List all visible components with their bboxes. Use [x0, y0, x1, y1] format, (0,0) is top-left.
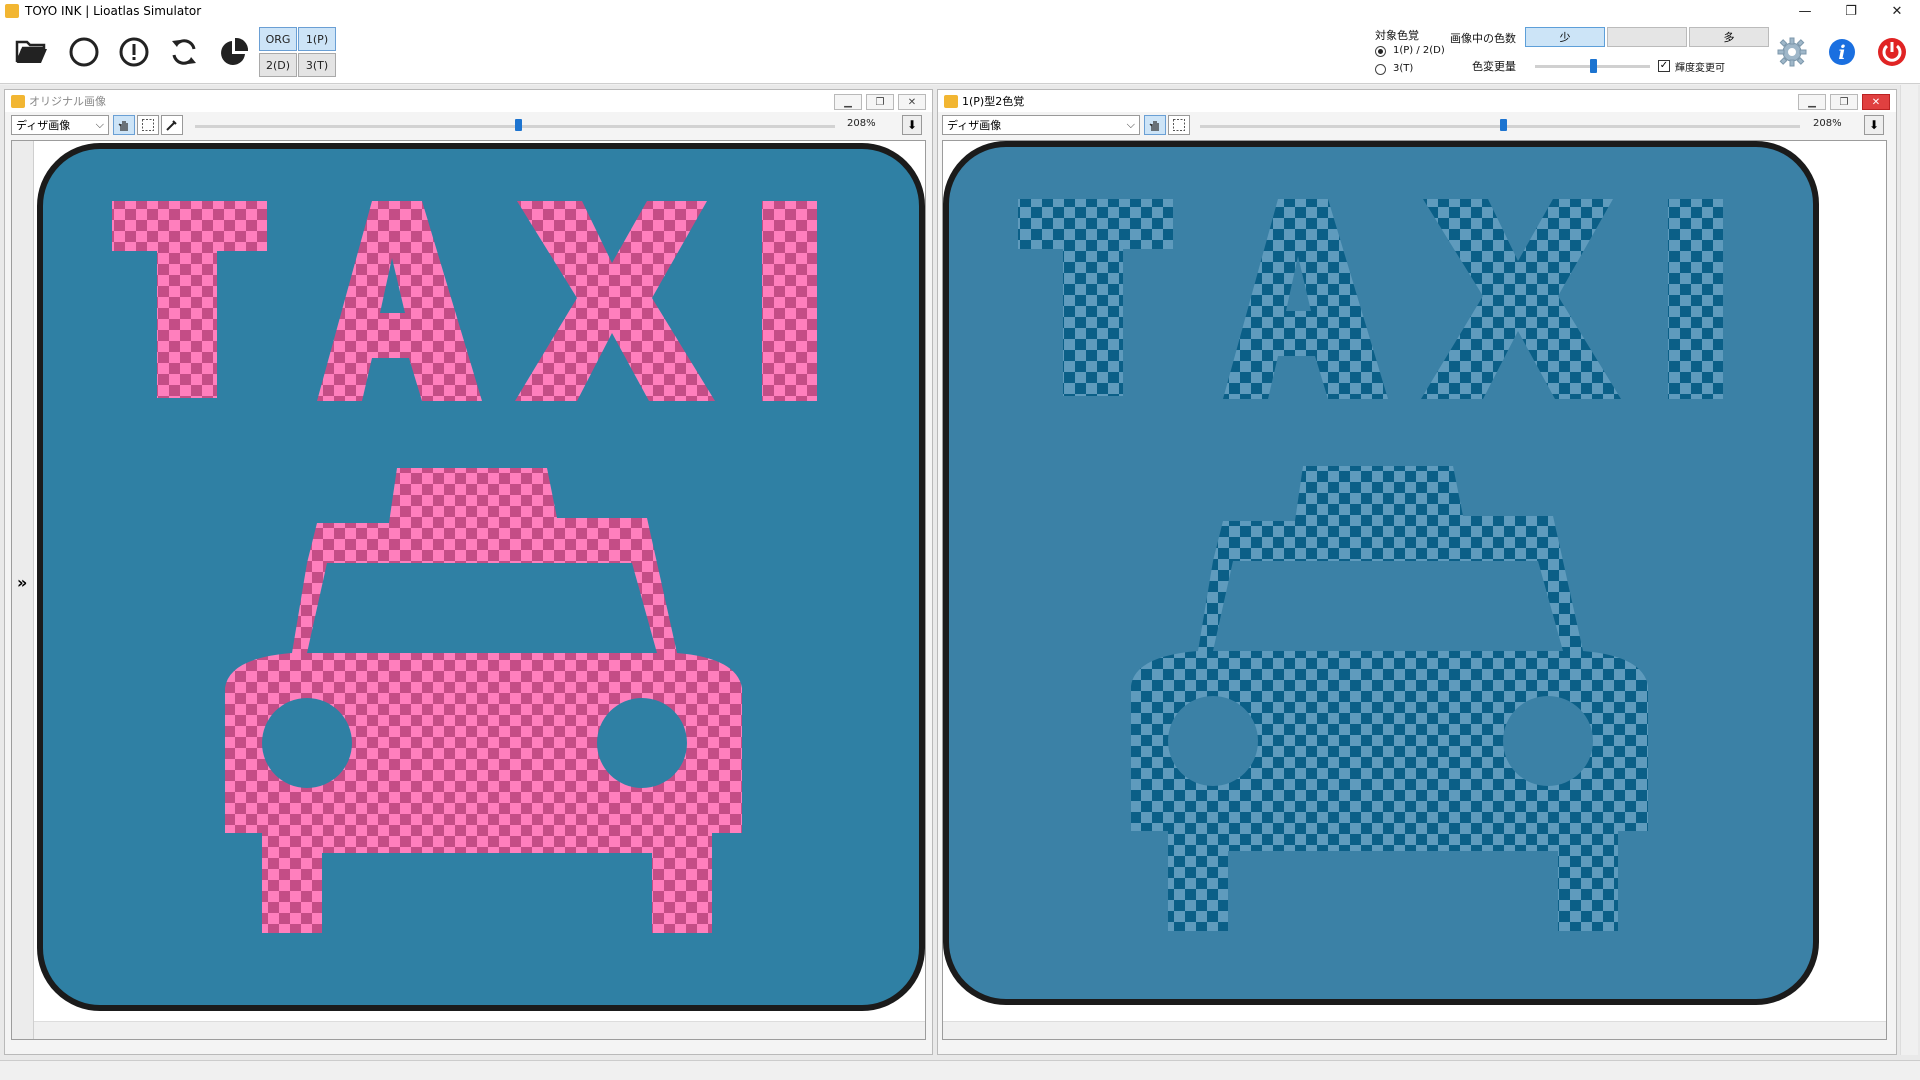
minimize-button[interactable]: —: [1782, 0, 1828, 22]
color-change-label: 色変更量: [1472, 60, 1516, 73]
eyedropper-icon[interactable]: [161, 115, 183, 135]
panel-close-button[interactable]: ✕: [1862, 94, 1890, 110]
color-change-slider[interactable]: [1535, 58, 1650, 78]
panel-close-button[interactable]: ✕: [898, 94, 926, 110]
radio-3t[interactable]: [1375, 64, 1386, 75]
luminance-label: 輝度変更可: [1675, 63, 1725, 74]
panel-restore-button[interactable]: ❐: [866, 94, 894, 110]
original-image-panel: オリジナル画像 ▁ ❐ ✕ ディザ画像 ⌵ 208% ⬇ »: [4, 89, 933, 1055]
expand-sidebar-icon[interactable]: »: [17, 573, 27, 592]
panel-minimize-button[interactable]: ▁: [1798, 94, 1826, 110]
download-icon[interactable]: ⬇: [902, 115, 922, 135]
panel-minimize-button[interactable]: ▁: [834, 94, 862, 110]
zoom-value: 208%: [1813, 118, 1842, 129]
power-icon[interactable]: [1872, 32, 1912, 72]
window-controls: — ❐ ✕: [1782, 0, 1920, 22]
select-rect-icon[interactable]: [137, 115, 159, 135]
chevron-down-icon: ⌵: [1126, 118, 1135, 131]
zoom-slider[interactable]: [1200, 112, 1800, 136]
panel-title-bar: オリジナル画像 ▁ ❐ ✕: [5, 90, 932, 112]
horizontal-scrollbar[interactable]: [943, 1021, 1886, 1039]
simulated-image-panel: 1(P)型2色覚 ▁ ❐ ✕ ディザ画像 ⌵ 208% ⬇: [937, 89, 1897, 1055]
panel-toolbar: ディザ画像 ⌵ 208% ⬇: [5, 112, 932, 136]
colors-many-button[interactable]: 多: [1689, 27, 1769, 47]
hand-tool-icon[interactable]: [1144, 115, 1166, 135]
svg-text:i: i: [1838, 42, 1845, 64]
app-logo-icon: [5, 4, 19, 18]
colors-few-button[interactable]: 少: [1525, 27, 1605, 47]
chevron-down-icon: ⌵: [95, 118, 104, 131]
title-bar: TOYO INK | Lioatlas Simulator — ❐ ✕: [0, 0, 1920, 22]
refresh-icon[interactable]: [164, 32, 204, 72]
zoom-value: 208%: [847, 118, 876, 129]
mode-org-button[interactable]: ORG: [259, 27, 297, 51]
simulated-image-viewport[interactable]: [942, 140, 1887, 1040]
view-mode-dropdown[interactable]: ディザ画像 ⌵: [11, 115, 109, 135]
folder-open-icon[interactable]: [12, 32, 52, 72]
close-button[interactable]: ✕: [1874, 0, 1920, 22]
horizontal-scrollbar[interactable]: [34, 1021, 925, 1039]
alert-icon[interactable]: [114, 32, 154, 72]
info-icon[interactable]: i: [1822, 32, 1862, 72]
colors-in-image-label: 画像中の色数: [1450, 32, 1516, 45]
hand-tool-icon[interactable]: [113, 115, 135, 135]
taxi-sign-simulated-image: [943, 141, 1819, 1005]
window-title: TOYO INK | Lioatlas Simulator: [25, 4, 202, 18]
original-image-viewport[interactable]: »: [11, 140, 926, 1040]
restore-button[interactable]: ❐: [1828, 0, 1874, 22]
workspace-vertical-scrollbar[interactable]: [1900, 85, 1918, 1055]
view-mode-dropdown[interactable]: ディザ画像 ⌵: [942, 115, 1140, 135]
main-toolbar: ORG 1(P) 2(D) 3(T) 対象色覚 1(P) / 2(D) 3(T)…: [0, 22, 1920, 84]
panel-icon: [944, 94, 958, 108]
panel-title: 1(P)型2色覚: [962, 95, 1025, 108]
settings-icon[interactable]: [1772, 32, 1812, 72]
view-mode-value: ディザ画像: [947, 119, 1002, 132]
mode-1p-button[interactable]: 1(P): [298, 27, 336, 51]
taxi-sign-image: [37, 143, 925, 1011]
circle-icon[interactable]: [64, 32, 104, 72]
download-icon[interactable]: ⬇: [1864, 115, 1884, 135]
view-mode-value: ディザ画像: [16, 119, 71, 132]
panel-toolbar: ディザ画像 ⌵ 208% ⬇: [938, 112, 1896, 136]
target-vision-label: 対象色覚: [1375, 29, 1419, 42]
panel-icon: [11, 94, 25, 108]
zoom-slider[interactable]: [195, 112, 835, 136]
mode-2d-button[interactable]: 2(D): [259, 53, 297, 77]
workspace: オリジナル画像 ▁ ❐ ✕ ディザ画像 ⌵ 208% ⬇ » 1(P)型2色覚 …: [0, 85, 1920, 1080]
radio-1p-2d[interactable]: [1375, 46, 1386, 57]
mode-3t-button[interactable]: 3(T): [298, 53, 336, 77]
colors-mid-button[interactable]: [1607, 27, 1687, 47]
pie-icon[interactable]: [214, 32, 254, 72]
status-bar: [0, 1060, 1920, 1080]
radio-3t-label: 3(T): [1393, 63, 1414, 74]
panel-title: オリジナル画像: [29, 95, 106, 108]
panel-restore-button[interactable]: ❐: [1830, 94, 1858, 110]
luminance-checkbox[interactable]: ✓: [1658, 60, 1670, 72]
radio-1p-2d-label: 1(P) / 2(D): [1393, 45, 1445, 56]
select-rect-icon[interactable]: [1168, 115, 1190, 135]
panel-title-bar: 1(P)型2色覚 ▁ ❐ ✕: [938, 90, 1896, 112]
